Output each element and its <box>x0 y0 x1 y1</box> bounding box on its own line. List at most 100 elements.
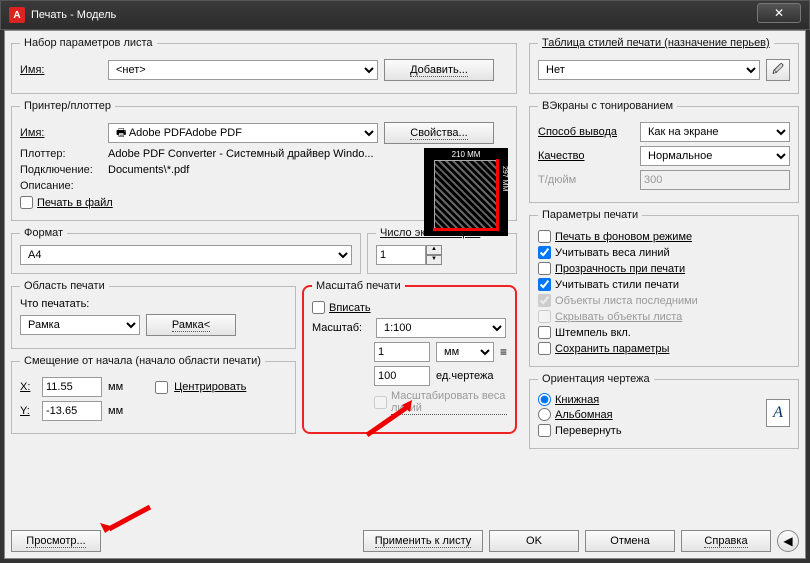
copies-input[interactable] <box>376 245 426 265</box>
dpi-input <box>640 170 790 190</box>
copies-up-button[interactable]: ▲ <box>426 245 442 255</box>
options-group: Параметры печати Печать в фоновом режиме… <box>529 209 799 367</box>
scale-group: Масштаб печати Вписать Масштаб: 1:100 мм… <box>302 280 517 434</box>
scale-unit-select[interactable]: мм <box>436 342 494 362</box>
x-label: X: <box>20 381 36 393</box>
dpi-label: Т/дюйм <box>538 174 634 186</box>
cancel-button[interactable]: Отмена <box>585 530 675 552</box>
scale-num-input[interactable] <box>374 342 430 362</box>
y-input[interactable] <box>42 401 102 421</box>
equals-icon: ≡ <box>500 345 507 359</box>
orient-legend: Ориентация чертежа <box>538 373 654 385</box>
paper-legend: Формат <box>20 227 67 239</box>
opt-hide-checkbox <box>538 310 551 323</box>
close-button[interactable]: ✕ <box>757 3 801 23</box>
shade-mode-select[interactable]: Как на экране <box>640 122 790 142</box>
opt-stamp-label: Штемпель вкл. <box>555 327 631 339</box>
orient-portrait-label: Книжная <box>555 394 599 406</box>
printer-group: Принтер/плоттер Имя: 🖶 Adobe PDFAdobe PD… <box>11 100 517 221</box>
scale-legend: Масштаб печати <box>312 280 405 292</box>
opt-save-checkbox[interactable] <box>538 342 551 355</box>
y-unit: мм <box>108 405 123 417</box>
scale-weights-label: Масштабировать веса линий <box>391 390 507 415</box>
collapse-button[interactable]: ◀ <box>777 530 799 552</box>
page-setup-group: Набор параметров листа Имя: <нет> Добави… <box>11 37 517 94</box>
paper-preview: 210 MM 297 MM <box>424 148 508 236</box>
options-legend: Параметры печати <box>538 209 642 221</box>
area-group: Область печати Что печатать: Рамка Рамка… <box>11 280 296 349</box>
opt-ps-label: Объекты листа последними <box>555 295 698 307</box>
plot-to-file-checkbox[interactable] <box>20 196 33 209</box>
opt-hide-label: Скрывать объекты листа <box>555 311 682 323</box>
app-logo-icon: A <box>9 7 25 23</box>
opt-bg-label: Печать в фоновом режиме <box>555 231 692 243</box>
orient-upside-checkbox[interactable] <box>538 424 551 437</box>
page-setup-legend: Набор параметров листа <box>20 37 157 49</box>
opt-st-label: Учитывать стили печати <box>555 279 679 291</box>
apply-button[interactable]: Применить к листу <box>363 530 483 552</box>
orient-upside-label: Перевернуть <box>555 425 622 437</box>
preview-button[interactable]: Просмотр... <box>11 530 101 552</box>
titlebar: A Печать - Модель ✕ <box>0 0 810 30</box>
orientation-icon: A <box>766 399 790 427</box>
page-setup-select[interactable]: <нет> <box>108 60 378 80</box>
scale-label: Масштаб: <box>312 322 370 334</box>
opt-tr-checkbox[interactable] <box>538 262 551 275</box>
fit-label: Вписать <box>329 302 371 314</box>
y-label: Y: <box>20 405 36 417</box>
description-label: Описание: <box>20 180 102 192</box>
paper-select[interactable]: A4 <box>20 245 352 265</box>
opt-ps-checkbox <box>538 294 551 307</box>
styles-select[interactable]: Нет <box>538 60 760 80</box>
window-title: Печать - Модель <box>31 9 116 21</box>
plotter-value: Adobe PDF Converter - Системный драйвер … <box>108 148 374 160</box>
shaded-legend: ВЭкраны с тонированием <box>538 100 677 112</box>
offset-legend: Смещение от начала (начало области печат… <box>20 355 265 367</box>
opt-lw-label: Учитывать веса линий <box>555 247 670 259</box>
area-legend: Область печати <box>20 280 109 292</box>
printer-properties-button[interactable]: Свойства... <box>384 122 494 144</box>
quality-label: Качество <box>538 150 634 162</box>
help-button[interactable]: Справка <box>681 530 771 552</box>
shaded-group: ВЭкраны с тонированием Способ выводаКак … <box>529 100 799 203</box>
dialog-body: Набор параметров листа Имя: <нет> Добави… <box>4 30 806 559</box>
x-input[interactable] <box>42 377 102 397</box>
scale-den-unit: ед.чертежа <box>436 370 493 382</box>
opt-lw-checkbox[interactable] <box>538 246 551 259</box>
window-pick-button[interactable]: Рамка< <box>146 314 236 336</box>
scale-select[interactable]: 1:100 <box>376 318 506 338</box>
offset-group: Смещение от начала (начало области печат… <box>11 355 296 434</box>
styles-group: Таблица стилей печати (назначение перьев… <box>529 37 799 94</box>
preview-width-label: 210 MM <box>434 150 498 159</box>
scale-den-input[interactable] <box>374 366 430 386</box>
x-unit: мм <box>108 381 123 393</box>
quality-select[interactable]: Нормальное <box>640 146 790 166</box>
opt-bg-checkbox[interactable] <box>538 230 551 243</box>
fit-checkbox[interactable] <box>312 301 325 314</box>
center-checkbox[interactable] <box>155 381 168 394</box>
opt-stamp-checkbox[interactable] <box>538 326 551 339</box>
printer-select[interactable]: 🖶 Adobe PDFAdobe PDF <box>108 123 378 143</box>
orient-landscape-radio[interactable] <box>538 408 551 421</box>
opt-st-checkbox[interactable] <box>538 278 551 291</box>
where-value: Documents\*.pdf <box>108 164 189 176</box>
ok-button[interactable]: OK <box>489 530 579 552</box>
center-label: Центрировать <box>174 381 246 393</box>
orient-landscape-label: Альбомная <box>555 409 613 421</box>
printer-name-label: Имя: <box>20 127 102 139</box>
styles-edit-button[interactable]: 🖉 <box>766 59 790 81</box>
what-label: Что печатать: <box>20 298 287 310</box>
opt-tr-label: Прозрачность при печати <box>555 263 685 275</box>
plot-to-file-label: Печать в файл <box>37 197 113 209</box>
copies-down-button[interactable]: ▼ <box>426 255 442 265</box>
printer-legend: Принтер/плоттер <box>20 100 115 112</box>
add-page-setup-button[interactable]: Добавить... <box>384 59 494 81</box>
opt-save-label: Сохранить параметры <box>555 343 669 355</box>
where-label: Подключение: <box>20 164 102 176</box>
orient-group: Ориентация чертежа Книжная Альбомная Пер… <box>529 373 799 449</box>
paper-group: Формат A4 <box>11 227 361 274</box>
what-select[interactable]: Рамка <box>20 315 140 335</box>
orient-portrait-radio[interactable] <box>538 393 551 406</box>
plotter-label: Плоттер: <box>20 148 102 160</box>
preview-height-label: 297 MM <box>501 166 508 191</box>
